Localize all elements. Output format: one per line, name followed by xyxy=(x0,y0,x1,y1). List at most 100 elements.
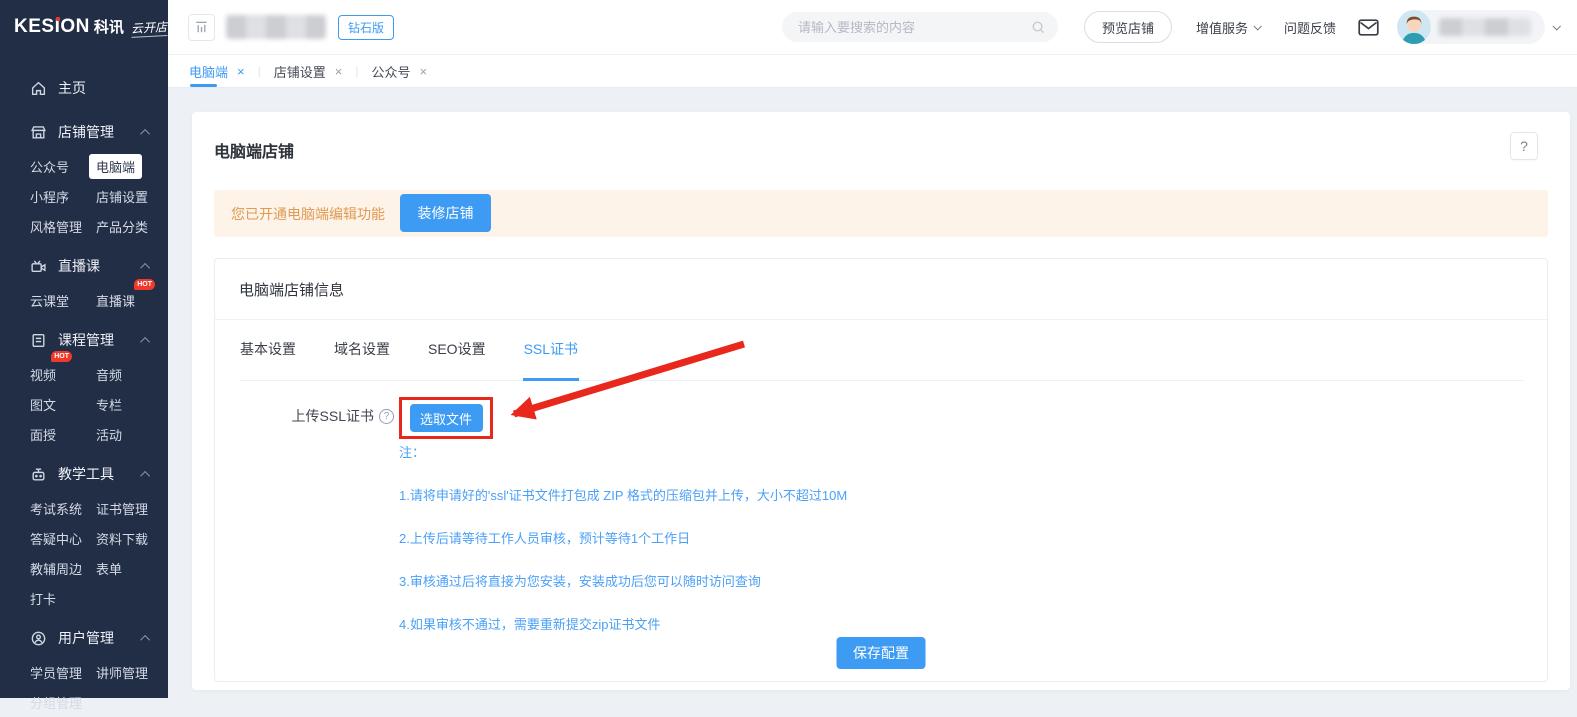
window-tab-pc-shop[interactable]: 电脑端 × xyxy=(189,55,245,87)
brand-name-en: KESION xyxy=(14,16,90,38)
ssl-note-3: 3.审核通过后将直接为您安装，安装成功后您可以随时访问查询 xyxy=(399,571,847,590)
username-redacted xyxy=(1439,18,1531,36)
tab-separator: | xyxy=(258,64,261,78)
settings-tabs: 基本设置 域名设置 SEO设置 SSL证书 xyxy=(239,320,1523,381)
chevron-down-icon xyxy=(1552,22,1560,30)
sidebar-item-student-manage[interactable]: 学员管理 xyxy=(30,657,82,687)
sidebar-item-audio[interactable]: 音频 xyxy=(96,359,122,389)
sidebar-group-course-management[interactable]: 课程管理 xyxy=(0,321,168,359)
sidebar-item-group-manage[interactable]: 分组管理 xyxy=(30,687,82,717)
bar-chart-icon xyxy=(194,20,209,35)
shop-info-card: 电脑端店铺信息 基本设置 域名设置 SEO设置 SSL证书 上传SSL证书 ? … xyxy=(214,258,1548,682)
sidebar-item-column[interactable]: 专栏 xyxy=(96,389,122,419)
sidebar-item-article[interactable]: 图文 xyxy=(30,389,56,419)
brand-name-cn: 科讯 xyxy=(94,16,124,37)
window-tab-official-account[interactable]: 公众号 × xyxy=(371,55,427,87)
shop-icon xyxy=(30,124,47,141)
store-name-redacted xyxy=(226,15,326,39)
sidebar-item-forms[interactable]: 表单 xyxy=(96,553,122,583)
tab-ssl-certificate[interactable]: SSL证书 xyxy=(523,320,579,381)
messages-button[interactable] xyxy=(1358,19,1379,36)
chevron-up-icon xyxy=(140,336,150,346)
brand-slogan: 云开店 xyxy=(130,18,167,38)
window-tab-shop-settings[interactable]: 店铺设置 × xyxy=(274,55,343,87)
notice-text: 您已开通电脑端编辑功能 xyxy=(231,204,385,224)
tab-basic-settings[interactable]: 基本设置 xyxy=(239,320,297,381)
sidebar-item-exam-system[interactable]: 考试系统 xyxy=(30,493,82,523)
sidebar-group-shop-management[interactable]: 店铺管理 xyxy=(0,113,168,151)
sidebar-item-material-download[interactable]: 资料下载 xyxy=(96,523,148,553)
chevron-down-icon xyxy=(1253,22,1261,30)
plan-badge[interactable]: 钻石版 xyxy=(338,15,394,40)
select-file-button[interactable]: 选取文件 xyxy=(410,404,483,432)
nav-group-live-class: 直播课 云课堂 直播课HOT xyxy=(0,247,168,315)
ssl-notes-title: 注： xyxy=(399,442,847,461)
search-input[interactable] xyxy=(798,20,1031,35)
page-title: 电脑端店铺 xyxy=(214,138,294,162)
close-icon[interactable]: × xyxy=(419,65,427,78)
app-root: { "brand": { "name_en": "KESION", "name_… xyxy=(0,0,1577,698)
main-content: 电脑端店铺 ? 您已开通电脑端编辑功能 装修店铺 电脑端店铺信息 基本设置 域名… xyxy=(168,88,1577,698)
sidebar-group-user-management[interactable]: 用户管理 xyxy=(0,619,168,657)
avatar xyxy=(1397,10,1431,44)
sidebar-item-live-course[interactable]: 直播课HOT xyxy=(96,285,135,315)
save-config-button[interactable]: 保存配置 xyxy=(837,637,926,669)
notice-banner: 您已开通电脑端编辑功能 装修店铺 xyxy=(214,190,1548,237)
sidebar-item-shop-settings[interactable]: 店铺设置 xyxy=(96,181,148,211)
sidebar-item-check-in[interactable]: 打卡 xyxy=(30,583,56,613)
robot-icon xyxy=(30,466,47,483)
sidebar-item-teaching-aids[interactable]: 教辅周边 xyxy=(30,553,82,583)
tab-separator: | xyxy=(355,64,358,78)
sidebar: KESION 科讯 云开店 主页 店铺管理 公众号 电脑端 xyxy=(0,0,168,698)
sidebar-item-official-account[interactable]: 公众号 xyxy=(30,151,69,181)
nav-group-teaching-tools: 教学工具 考试系统 证书管理 答疑中心 资料下载 教辅周边 表单 打卡 xyxy=(0,455,168,613)
sidebar-nav: 主页 店铺管理 公众号 电脑端 小程序 店铺设置 风格管理 产品分类 xyxy=(0,55,168,717)
nav-group-course-management: 课程管理 视频HOT 音频 图文 专栏 面授 活动 xyxy=(0,321,168,449)
sidebar-item-home[interactable]: 主页 xyxy=(0,69,168,107)
pc-shop-card: 电脑端店铺 ? 您已开通电脑端编辑功能 装修店铺 电脑端店铺信息 基本设置 域名… xyxy=(192,112,1570,690)
ssl-upload-label: 上传SSL证书 ? xyxy=(239,406,394,426)
sidebar-item-certificate-manage[interactable]: 证书管理 xyxy=(96,493,148,523)
chevron-up-icon xyxy=(140,262,150,272)
ssl-note-1: 1.请将申请好的'ssl'证书文件打包成 ZIP 格式的压缩包并上传，大小不超过… xyxy=(399,485,847,504)
close-icon[interactable]: × xyxy=(237,65,245,78)
sidebar-item-mini-program[interactable]: 小程序 xyxy=(30,181,69,211)
sidebar-group-teaching-tools[interactable]: 教学工具 xyxy=(0,455,168,493)
user-menu[interactable] xyxy=(1397,10,1545,44)
nav-group-home: 主页 xyxy=(0,69,168,107)
close-icon[interactable]: × xyxy=(335,65,343,78)
tab-domain-settings[interactable]: 域名设置 xyxy=(333,320,391,381)
sidebar-item-offline-teaching[interactable]: 面授 xyxy=(30,419,56,449)
decorate-shop-button[interactable]: 装修店铺 xyxy=(400,194,491,232)
sidebar-item-style-manage[interactable]: 风格管理 xyxy=(30,211,82,241)
clipboard-icon xyxy=(30,332,47,349)
sidebar-item-qa-center[interactable]: 答疑中心 xyxy=(30,523,82,553)
hot-badge: HOT xyxy=(134,279,155,290)
brand-logo[interactable]: KESION 科讯 云开店 xyxy=(0,0,168,55)
preview-shop-button[interactable]: 预览店铺 xyxy=(1084,11,1172,43)
user-circle-icon xyxy=(30,630,47,647)
value-added-services-menu[interactable]: 增值服务 xyxy=(1196,18,1260,37)
annotation-box: 选取文件 xyxy=(399,397,493,439)
sidebar-item-activity[interactable]: 活动 xyxy=(96,419,122,449)
nav-group-user-management: 用户管理 学员管理 讲师管理 分组管理 xyxy=(0,619,168,717)
question-circle-icon[interactable]: ? xyxy=(379,409,394,424)
hot-badge: HOT xyxy=(51,351,72,362)
feedback-menu[interactable]: 问题反馈 xyxy=(1284,18,1336,37)
ssl-notes: 注： 1.请将申请好的'ssl'证书文件打包成 ZIP 格式的压缩包并上传，大小… xyxy=(399,442,847,633)
sidebar-item-cloud-classroom[interactable]: 云课堂 xyxy=(30,285,69,315)
sidebar-item-lecturer-manage[interactable]: 讲师管理 xyxy=(96,657,148,687)
home-icon xyxy=(30,80,47,97)
ssl-note-2: 2.上传后请等待工作人员审核，预计等待1个工作日 xyxy=(399,528,847,547)
search-icon xyxy=(1031,20,1046,35)
sidebar-item-pc-shop[interactable]: 电脑端 xyxy=(96,151,142,181)
tab-seo-settings[interactable]: SEO设置 xyxy=(427,320,487,381)
help-button[interactable]: ? xyxy=(1510,132,1538,160)
window-tabbar: 电脑端 × | 店铺设置 × | 公众号 × xyxy=(168,55,1577,88)
sidebar-item-video[interactable]: 视频HOT xyxy=(30,359,56,389)
sidebar-item-product-category[interactable]: 产品分类 xyxy=(96,211,148,241)
store-switch-button[interactable] xyxy=(188,14,215,41)
search-box[interactable] xyxy=(782,12,1058,42)
chevron-up-icon xyxy=(140,470,150,480)
video-camera-icon xyxy=(30,258,47,275)
